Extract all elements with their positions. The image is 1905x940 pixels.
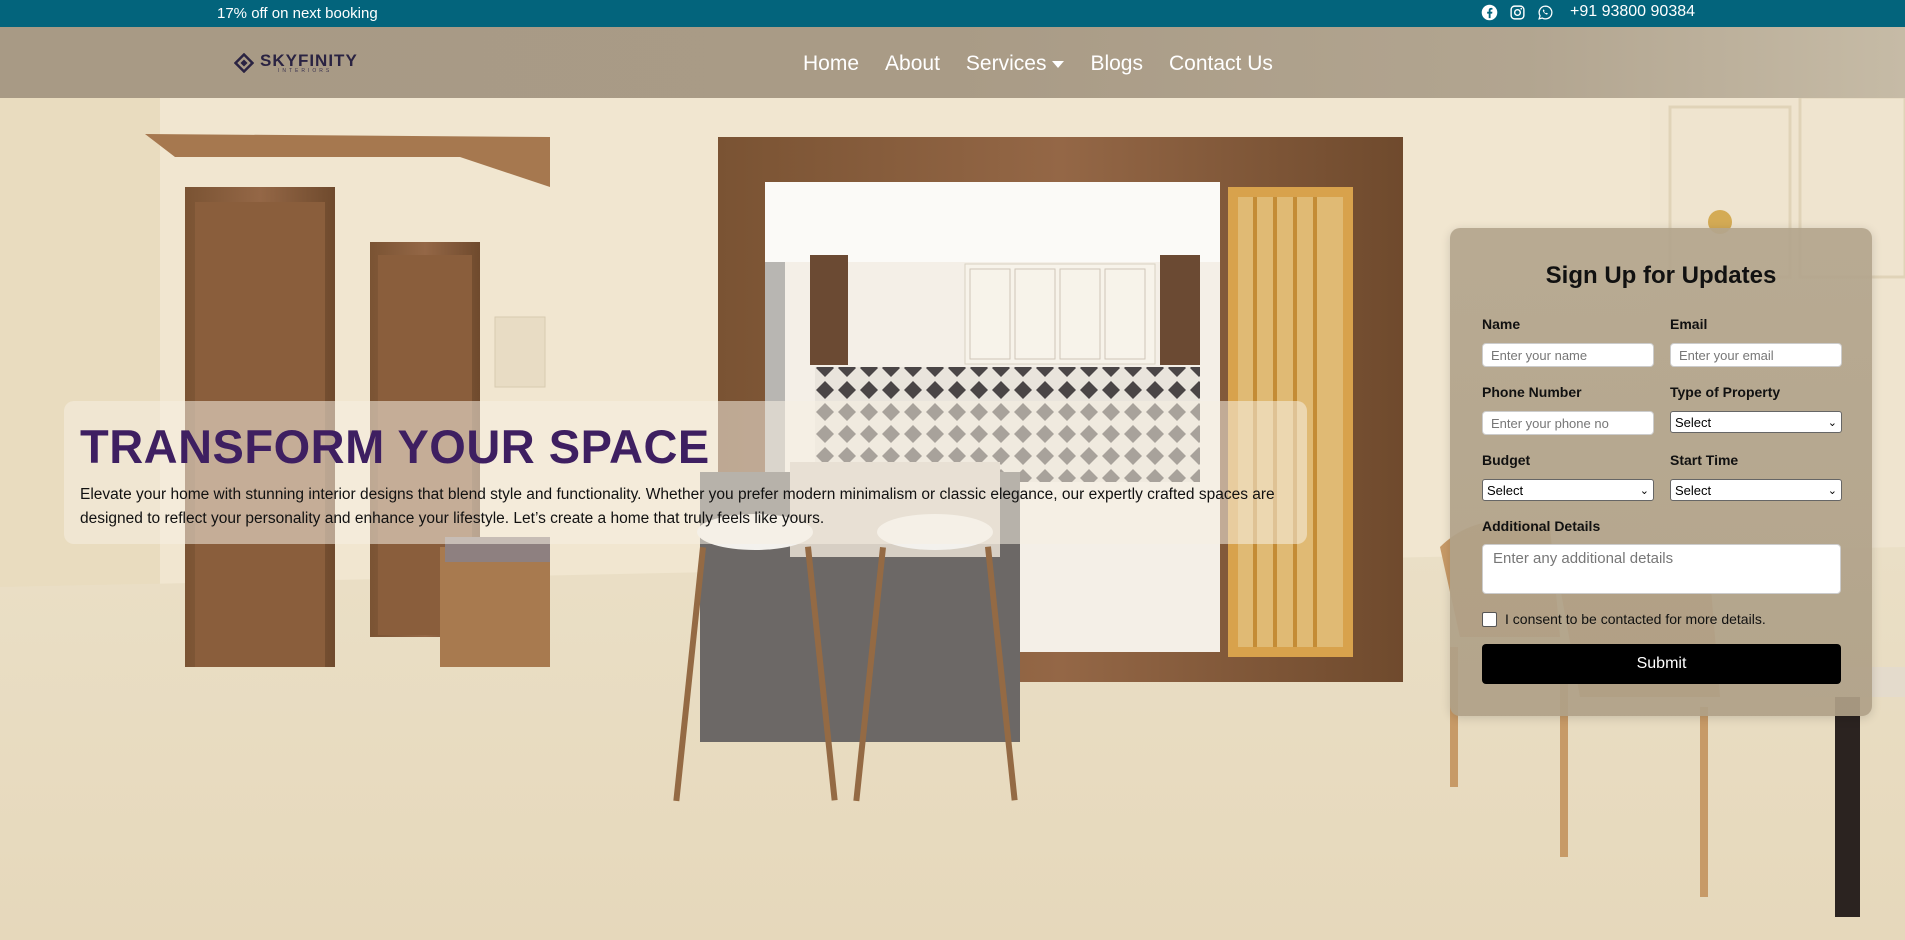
instagram-icon[interactable] [1508,3,1526,21]
submit-button[interactable]: Submit [1482,644,1841,684]
hero-text-panel: TRANSFORM YOUR SPACE Elevate your home w… [64,401,1307,544]
logo-subtitle: INTERIORS [278,68,333,74]
phone-number[interactable]: +91 93800 90384 [1570,3,1695,21]
start-time-value: Select [1675,482,1712,498]
social-links: +91 93800 90384 [1480,3,1695,21]
phone-input[interactable]: Enter your phone no [1482,411,1654,435]
nav-home-label: Home [803,52,860,75]
nav-services[interactable]: Services [966,52,1065,76]
signup-form: Sign Up for Updates Name Enter your name… [1450,228,1872,716]
nav-blogs-label: Blogs [1090,52,1143,75]
start-time-select[interactable]: Select ⌄ [1670,479,1842,501]
nav-about-label: About [885,52,940,75]
budget-select[interactable]: Select ⌄ [1482,479,1654,501]
consent-label: I consent to be contacted for more detai… [1505,611,1766,627]
hero-title: TRANSFORM YOUR SPACE [80,420,710,473]
phone-label: Phone Number [1482,384,1582,400]
property-type-label: Type of Property [1670,384,1781,400]
hero-description: Elevate your home with stunning interior… [80,486,1275,527]
details-label: Additional Details [1482,518,1601,534]
site-logo[interactable]: SKYFINITY INTERIORS [234,52,358,74]
property-type-value: Select [1675,414,1712,430]
nav-home[interactable]: Home [803,52,859,76]
name-label: Name [1482,316,1521,332]
consent-row: I consent to be contacted for more detai… [1482,611,1766,627]
logo-name: SKYFINITY [260,51,358,70]
chevron-down-icon: ⌄ [1827,416,1837,429]
budget-label: Budget [1482,452,1531,468]
chevron-down-icon: ⌄ [1639,484,1649,497]
consent-checkbox[interactable] [1482,611,1497,627]
whatsapp-icon[interactable] [1536,3,1554,21]
logo-wordmark: SKYFINITY INTERIORS [260,52,358,74]
nav-about[interactable]: About [885,52,940,76]
chevron-down-icon: ⌄ [1827,484,1837,497]
property-type-select[interactable]: Select ⌄ [1670,411,1842,433]
nav-contact-label: Contact Us [1168,52,1273,75]
caret-down-icon [1052,60,1065,68]
promo-top-bar: 17% off on next booking +91 93800 90384 [0,0,1905,27]
nav-blogs[interactable]: Blogs [1090,52,1143,76]
details-textarea[interactable]: Enter any additional details [1482,544,1841,594]
nav-contact[interactable]: Contact Us [1169,52,1273,76]
offer-text: 17% off on next booking [217,5,378,22]
start-time-label: Start Time [1670,452,1739,468]
email-label: Email [1670,316,1708,332]
main-menu: Home About Services Blogs Contact Us [803,52,1299,76]
form-title: Sign Up for Updates [1545,262,1777,289]
budget-value: Select [1487,482,1524,498]
nav-services-label: Services [965,52,1047,75]
facebook-icon[interactable] [1480,3,1498,21]
logo-mark-icon [234,53,254,73]
email-input[interactable]: Enter your email [1670,343,1842,367]
main-navbar: SKYFINITY INTERIORS Home About Services … [0,27,1905,98]
name-input[interactable]: Enter your name [1482,343,1654,367]
